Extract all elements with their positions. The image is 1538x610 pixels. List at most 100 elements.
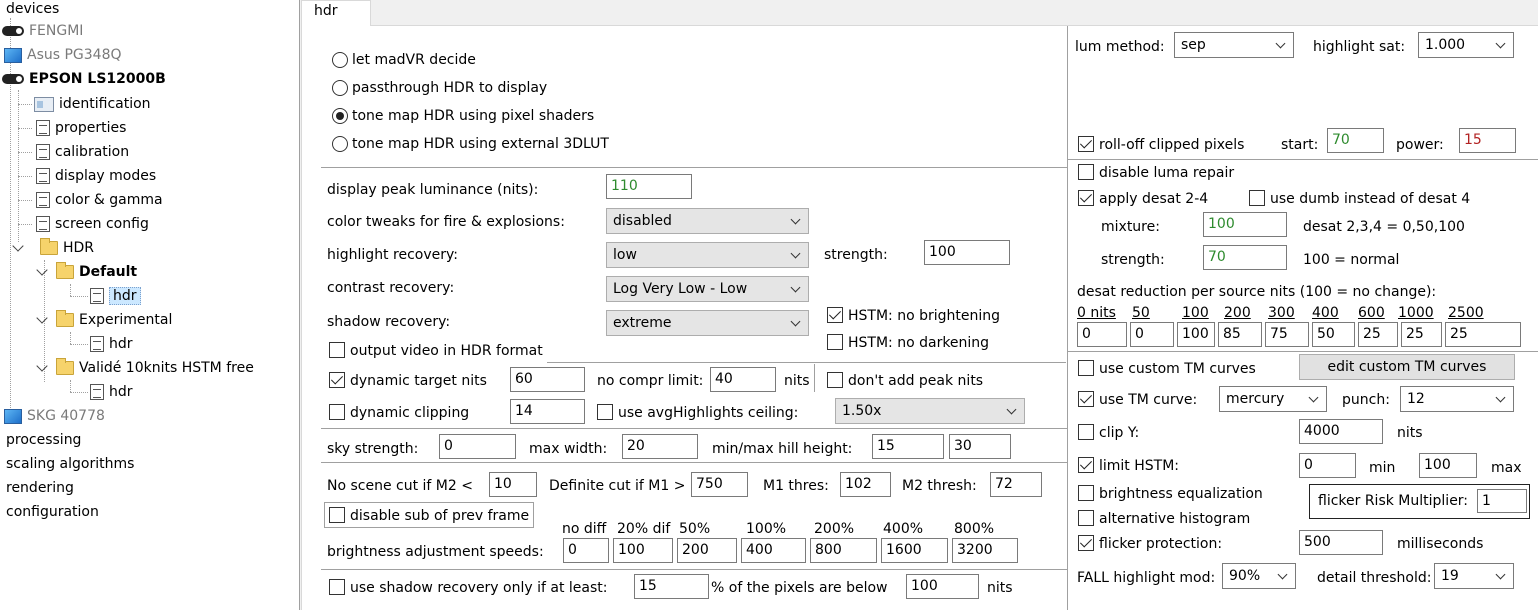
nits-value-input[interactable]: 0	[1130, 322, 1174, 347]
sky-strength-input[interactable]: 0	[439, 434, 516, 459]
chevron-down-icon[interactable]	[36, 312, 48, 324]
nits-value-input[interactable]: 0	[1077, 322, 1127, 347]
brightness-equalization-checkbox[interactable]	[1078, 485, 1094, 501]
fall-highlight-select[interactable]: 90%	[1222, 563, 1296, 589]
no-scene-cut-input[interactable]: 10	[489, 472, 537, 497]
nits-value-input[interactable]: 50	[1312, 322, 1355, 347]
tree-section-configuration[interactable]: configuration	[6, 501, 99, 523]
tree-item-default[interactable]: Default	[56, 261, 137, 283]
tree-item-identification[interactable]: identification	[34, 93, 151, 115]
highlight-sat-select[interactable]: 1.000	[1418, 32, 1514, 58]
no-compr-limit-input[interactable]: 40	[710, 367, 776, 392]
edit-custom-tm-button[interactable]: edit custom TM curves	[1299, 354, 1515, 380]
clip-y-input[interactable]: 4000	[1299, 419, 1383, 444]
definite-cut-input[interactable]: 750	[691, 472, 748, 497]
disable-luma-repair-checkbox[interactable]	[1078, 164, 1094, 180]
radio-external-3dlut[interactable]	[332, 136, 348, 152]
flicker-risk-input[interactable]: 1	[1477, 489, 1527, 513]
use-tm-curve-checkbox[interactable]	[1078, 391, 1094, 407]
chevron-down-icon[interactable]	[36, 360, 48, 372]
m1-thres-input[interactable]: 102	[840, 472, 891, 497]
nits-value-input[interactable]: 25	[1358, 322, 1398, 347]
tree-item-valide[interactable]: Validé 10knits HSTM free	[56, 357, 254, 379]
dynamic-clipping-checkbox[interactable]	[329, 404, 345, 420]
peak-luminance-input[interactable]: 110	[606, 174, 692, 199]
shadow-recovery-only-checkbox[interactable]	[329, 579, 345, 595]
hstm-no-brightening-checkbox[interactable]	[827, 307, 843, 323]
shadow-recovery-select[interactable]: extreme	[606, 310, 809, 336]
dont-add-peak-nits-checkbox[interactable]	[827, 372, 843, 388]
tab-hdr[interactable]: hdr	[301, 0, 371, 27]
tree-item-hdr[interactable]: HDR	[40, 237, 94, 259]
tree-section-scaling[interactable]: scaling algorithms	[6, 453, 134, 475]
tree-item-fengmi[interactable]: FENGMI	[2, 20, 83, 42]
device-tree[interactable]: devices FENGMI Asus PG348Q EPSON LS12000…	[0, 0, 300, 610]
highlight-recovery-select[interactable]: low	[606, 242, 809, 268]
speed-input[interactable]: 0	[563, 538, 609, 563]
tree-item-experimental-hdr[interactable]: hdr	[90, 333, 133, 355]
alternative-histogram-checkbox[interactable]	[1078, 510, 1094, 526]
disable-sub-prev-frame-checkbox[interactable]	[329, 507, 345, 523]
hill-max-input[interactable]: 30	[949, 434, 1011, 459]
nits-value-input[interactable]: 100	[1177, 322, 1215, 347]
radio-passthrough[interactable]	[332, 80, 348, 96]
radio-let-madvr[interactable]	[332, 52, 348, 68]
contrast-recovery-select[interactable]: Log Very Low - Low	[606, 276, 809, 302]
nits-value-input[interactable]: 85	[1218, 322, 1262, 347]
use-dumb-desat-checkbox[interactable]	[1249, 190, 1265, 206]
hstm-no-darkening-checkbox[interactable]	[827, 334, 843, 350]
avg-highlights-select[interactable]: 1.50x	[835, 398, 1025, 424]
avg-highlights-checkbox[interactable]	[597, 404, 613, 420]
dynamic-target-nits-input[interactable]: 60	[510, 367, 585, 392]
tree-item-color-gamma[interactable]: color & gamma	[36, 189, 163, 211]
tree-item-skg[interactable]: SKG 40778	[4, 405, 105, 427]
limit-hstm-max-input[interactable]: 100	[1419, 453, 1477, 478]
nits-value-input[interactable]: 25	[1401, 322, 1442, 347]
flicker-protection-input[interactable]: 500	[1299, 530, 1383, 555]
radio-pixel-shaders[interactable]	[332, 108, 348, 124]
tree-item-display-modes[interactable]: display modes	[36, 165, 156, 187]
speed-input[interactable]: 100	[613, 538, 673, 563]
mixture-input[interactable]: 100	[1203, 212, 1287, 237]
tree-item-properties[interactable]: properties	[36, 117, 126, 139]
tree-section-processing[interactable]: processing	[6, 429, 81, 451]
roll-off-power-input[interactable]: 15	[1459, 128, 1516, 153]
tree-root-devices[interactable]: devices	[6, 0, 59, 20]
tree-section-rendering[interactable]: rendering	[6, 477, 74, 499]
apply-desat-checkbox[interactable]	[1078, 190, 1094, 206]
pixels-below-input[interactable]: 100	[906, 574, 979, 599]
m2-thresh-input[interactable]: 72	[990, 472, 1042, 497]
detail-threshold-select[interactable]: 19	[1434, 563, 1514, 589]
highlight-strength-input[interactable]: 100	[924, 240, 1010, 265]
roll-off-start-input[interactable]: 70	[1327, 128, 1384, 153]
limit-hstm-min-input[interactable]: 0	[1299, 453, 1356, 478]
flicker-protection-checkbox[interactable]	[1078, 535, 1094, 551]
shadow-only-percent-input[interactable]: 15	[634, 574, 709, 599]
lum-method-select[interactable]: sep	[1174, 32, 1294, 58]
use-custom-tm-checkbox[interactable]	[1078, 360, 1094, 376]
speed-input[interactable]: 1600	[881, 538, 948, 563]
limit-hstm-checkbox[interactable]	[1078, 457, 1094, 473]
tree-item-asus[interactable]: Asus PG348Q	[4, 44, 122, 66]
chevron-down-icon[interactable]	[12, 240, 24, 252]
desat-strength-input[interactable]: 70	[1203, 245, 1287, 270]
nits-value-input[interactable]: 25	[1445, 322, 1521, 347]
max-width-input[interactable]: 20	[622, 434, 698, 459]
tree-item-calibration[interactable]: calibration	[36, 141, 129, 163]
tree-item-screen-config[interactable]: screen config	[36, 213, 149, 235]
chevron-down-icon[interactable]	[36, 264, 48, 276]
output-hdr-checkbox[interactable]	[329, 342, 345, 358]
roll-off-checkbox[interactable]	[1078, 136, 1094, 152]
tree-item-valide-hdr[interactable]: hdr	[90, 381, 133, 403]
fire-explosions-select[interactable]: disabled	[606, 208, 809, 234]
dynamic-clipping-input[interactable]: 14	[510, 399, 585, 424]
dynamic-target-nits-checkbox[interactable]	[329, 372, 345, 388]
speed-input[interactable]: 800	[810, 538, 877, 563]
nits-value-input[interactable]: 75	[1265, 322, 1309, 347]
tree-item-epson[interactable]: EPSON LS12000B	[2, 68, 166, 90]
tree-item-experimental[interactable]: Experimental	[56, 309, 172, 331]
speed-input[interactable]: 200	[677, 538, 737, 563]
punch-select[interactable]: 12	[1400, 386, 1514, 412]
tm-curve-select[interactable]: mercury	[1219, 386, 1327, 412]
hill-min-input[interactable]: 15	[872, 434, 944, 459]
